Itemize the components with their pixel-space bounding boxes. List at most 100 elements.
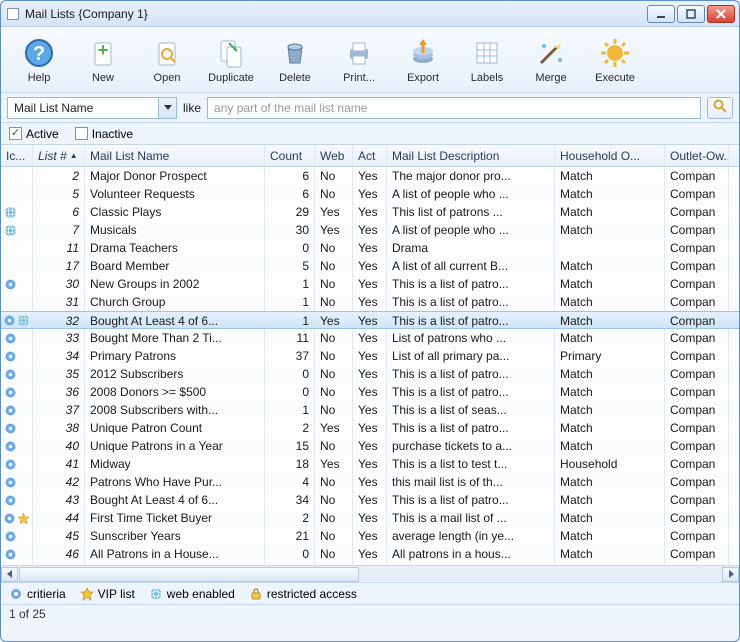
active-checkbox[interactable]: Active [9, 127, 59, 141]
cell-name: Church Group [85, 293, 265, 311]
table-row[interactable]: 2Major Donor Prospect6NoYesThe major don… [1, 167, 739, 185]
table-row[interactable]: 352012 Subscribers0NoYesThis is a list o… [1, 365, 739, 383]
table-row[interactable]: 6Classic Plays29YesYesThis list of patro… [1, 203, 739, 221]
col-web[interactable]: Web [315, 145, 353, 166]
cell-name: Midway [85, 455, 265, 473]
toolbar-print-button[interactable]: Print... [327, 30, 391, 90]
toolbar-label: Merge [535, 72, 566, 84]
cell-outlet: Compan [665, 365, 729, 383]
cell-count: 4 [265, 473, 315, 491]
cell-name: Board Member [85, 257, 265, 275]
toolbar-delete-button[interactable]: Delete [263, 30, 327, 90]
search-input[interactable] [208, 101, 700, 115]
table-row[interactable]: 33Bought More Than 2 Ti...11NoYesList of… [1, 329, 739, 347]
chevron-down-icon[interactable] [158, 98, 176, 118]
table-row[interactable]: 32Bought At Least 4 of 6...1YesYesThis i… [1, 311, 739, 329]
table-row[interactable]: 43Bought At Least 4 of 6...34NoYesThis i… [1, 491, 739, 509]
table-row[interactable]: 11Drama Teachers0NoYesDramaCompan [1, 239, 739, 257]
cell-icons [1, 167, 33, 185]
table-row[interactable]: 40Unique Patrons in a Year15NoYespurchas… [1, 437, 739, 455]
cell-icons [1, 437, 33, 455]
table-row[interactable]: 38Unique Patron Count2YesYesThis is a li… [1, 419, 739, 437]
cell-outlet: Compan [665, 275, 729, 293]
cell-listnum: 17 [33, 257, 85, 275]
toolbar-help-button[interactable]: ?Help [7, 30, 71, 90]
cell-name: Classic Plays [85, 203, 265, 221]
table-row[interactable]: 17Board Member5NoYesA list of all curren… [1, 257, 739, 275]
table-row[interactable]: 42Patrons Who Have Pur...4NoYesthis mail… [1, 473, 739, 491]
toolbar-labels-button[interactable]: Labels [455, 30, 519, 90]
cell-icons [1, 527, 33, 545]
cell-web: No [315, 527, 353, 545]
cell-act: Yes [353, 383, 387, 401]
cell-outlet: Compan [665, 312, 729, 328]
cell-act: Yes [353, 473, 387, 491]
toolbar-new-button[interactable]: +New [71, 30, 135, 90]
like-label: like [183, 101, 201, 115]
table-row[interactable]: 44First Time Ticket Buyer2NoYesThis is a… [1, 509, 739, 527]
inactive-checkbox[interactable]: Inactive [75, 127, 133, 141]
cell-name: Bought More Than 2 Ti... [85, 329, 265, 347]
maximize-button[interactable] [677, 5, 705, 23]
table-row[interactable]: 7Musicals30YesYesA list of people who ..… [1, 221, 739, 239]
cell-outlet: Compan [665, 491, 729, 509]
cell-icons [1, 203, 33, 221]
cell-outlet: Compan [665, 347, 729, 365]
col-desc[interactable]: Mail List Description [387, 145, 555, 166]
col-count[interactable]: Count [265, 145, 315, 166]
cell-house: Match [555, 365, 665, 383]
crit-icon [3, 511, 16, 525]
status-text: 1 of 25 [9, 607, 46, 621]
table-row[interactable]: 5Volunteer Requests6NoYesA list of peopl… [1, 185, 739, 203]
col-outlet[interactable]: Outlet-Ow... [665, 145, 729, 166]
cell-house: Match [555, 185, 665, 203]
toolbar-open-button[interactable]: Open [135, 30, 199, 90]
col-name[interactable]: Mail List Name [85, 145, 265, 166]
cell-count: 37 [265, 347, 315, 365]
crit-icon [3, 421, 17, 435]
toolbar-merge-button[interactable]: Merge [519, 30, 583, 90]
scroll-left-button[interactable] [1, 567, 18, 582]
col-listnum[interactable]: List #▲ [33, 145, 85, 166]
table-row[interactable]: 46All Patrons in a House...0NoYesAll pat… [1, 545, 739, 563]
cell-icons [1, 275, 33, 293]
table-row[interactable]: 30New Groups in 20021NoYesThis is a list… [1, 275, 739, 293]
scroll-thumb[interactable] [19, 567, 359, 582]
scroll-right-button[interactable] [722, 567, 739, 582]
cell-act: Yes [353, 329, 387, 347]
cell-outlet: Compan [665, 545, 729, 563]
cell-web: No [315, 275, 353, 293]
cell-web: No [315, 509, 353, 527]
minimize-button[interactable] [647, 5, 675, 23]
horizontal-scrollbar[interactable] [1, 565, 739, 582]
cell-outlet: Compan [665, 509, 729, 527]
search-button[interactable] [707, 97, 733, 119]
cell-icons [1, 383, 33, 401]
toolbar-export-button[interactable]: Export [391, 30, 455, 90]
filter-field-combo[interactable]: Mail List Name [7, 97, 177, 119]
table-row[interactable]: 372008 Subscribers with...1NoYesThis is … [1, 401, 739, 419]
table-row[interactable]: 362008 Donors >= $5000NoYesThis is a lis… [1, 383, 739, 401]
close-button[interactable] [707, 5, 735, 23]
cell-listnum: 32 [33, 312, 85, 328]
cell-act: Yes [353, 419, 387, 437]
table-row[interactable]: 41Midway18YesYesThis is a list to test t… [1, 455, 739, 473]
col-house[interactable]: Household O... [555, 145, 665, 166]
criteria-icon [9, 587, 23, 601]
cell-desc: The major donor pro... [387, 167, 555, 185]
table-row[interactable]: 45Sunscriber Years21NoYesaverage length … [1, 527, 739, 545]
cell-house: Match [555, 275, 665, 293]
cell-name: Patrons Who Have Pur... [85, 473, 265, 491]
titlebar-checkbox[interactable] [7, 8, 19, 20]
toolbar-duplicate-button[interactable]: Duplicate [199, 30, 263, 90]
col-act[interactable]: Act [353, 145, 387, 166]
cell-outlet: Compan [665, 221, 729, 239]
cell-web: No [315, 347, 353, 365]
table-row[interactable]: 31Church Group1NoYesThis is a list of pa… [1, 293, 739, 311]
col-icons[interactable]: Ic... [1, 145, 33, 166]
cell-name: Major Donor Prospect [85, 167, 265, 185]
scroll-track[interactable] [18, 567, 722, 582]
toolbar-execute-button[interactable]: Execute [583, 30, 647, 90]
cell-outlet: Compan [665, 419, 729, 437]
table-row[interactable]: 34Primary Patrons37NoYesList of all prim… [1, 347, 739, 365]
